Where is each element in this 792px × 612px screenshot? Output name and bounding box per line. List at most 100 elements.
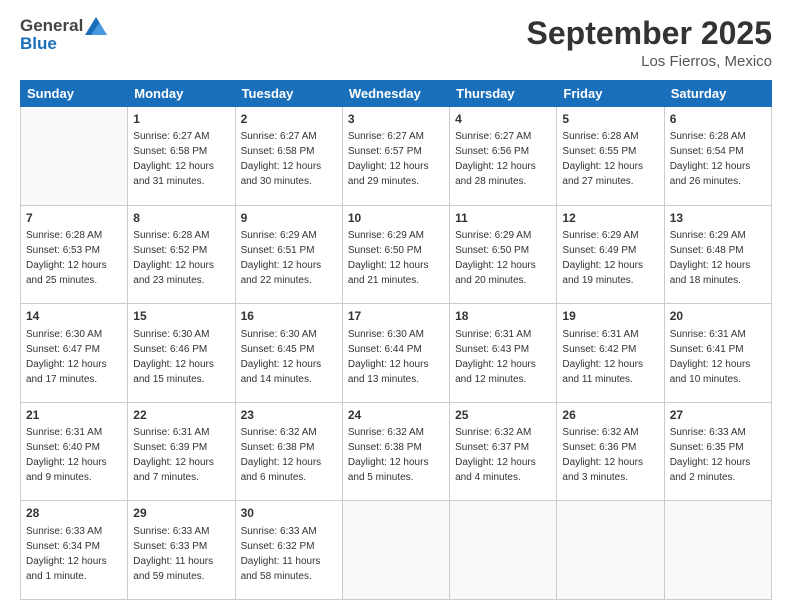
calendar-header-row: Sunday Monday Tuesday Wednesday Thursday…: [21, 81, 772, 107]
day-info: Sunrise: 6:28 AM Sunset: 6:52 PM Dayligh…: [133, 230, 214, 286]
day-number: 18: [455, 308, 551, 324]
calendar-cell: 11 Sunrise: 6:29 AM Sunset: 6:50 PM Dayli…: [450, 205, 557, 304]
day-info: Sunrise: 6:27 AM Sunset: 6:57 PM Dayligh…: [348, 131, 429, 187]
calendar-cell: 14Sunrise: 6:30 AM Sunset: 6:47 PM Dayli…: [21, 304, 128, 403]
day-info: Sunrise: 6:29 AM Sunset: 6:49 PM Dayligh…: [562, 230, 643, 286]
day-number: 29: [133, 505, 229, 521]
day-info: Sunrise: 6:31 AM Sunset: 6:42 PM Dayligh…: [562, 329, 643, 385]
day-info: Sunrise: 6:31 AM Sunset: 6:41 PM Dayligh…: [670, 329, 751, 385]
day-info: Sunrise: 6:31 AM Sunset: 6:43 PM Dayligh…: [455, 329, 536, 385]
calendar-cell: 28Sunrise: 6:33 AM Sunset: 6:34 PM Dayli…: [21, 501, 128, 600]
page: General Blue September 2025 Los Fierros,…: [0, 0, 792, 612]
day-info: Sunrise: 6:29 AM Sunset: 6:48 PM Dayligh…: [670, 230, 751, 286]
title-section: September 2025 Los Fierros, Mexico: [527, 16, 772, 70]
calendar-row: 7 Sunrise: 6:28 AM Sunset: 6:53 PM Daylig…: [21, 205, 772, 304]
day-number: 17: [348, 308, 444, 324]
calendar-cell: 5 Sunrise: 6:28 AM Sunset: 6:55 PM Daylig…: [557, 107, 664, 206]
day-number: 13: [670, 210, 766, 226]
day-number: 26: [562, 407, 658, 423]
calendar-cell: [664, 501, 771, 600]
month-title: September 2025: [527, 16, 772, 51]
day-info: Sunrise: 6:30 AM Sunset: 6:47 PM Dayligh…: [26, 329, 107, 385]
calendar-cell: 10 Sunrise: 6:29 AM Sunset: 6:50 PM Dayli…: [342, 205, 449, 304]
logo-blue: Blue: [20, 34, 57, 54]
day-number: 2: [241, 111, 337, 127]
calendar-cell: 8Sunrise: 6:28 AM Sunset: 6:52 PM Daylig…: [128, 205, 235, 304]
calendar-cell: [21, 107, 128, 206]
day-info: Sunrise: 6:33 AM Sunset: 6:35 PM Dayligh…: [670, 427, 751, 483]
day-number: 9: [241, 210, 337, 226]
day-info: Sunrise: 6:30 AM Sunset: 6:44 PM Dayligh…: [348, 329, 429, 385]
header: General Blue September 2025 Los Fierros,…: [20, 16, 772, 70]
day-info: Sunrise: 6:28 AM Sunset: 6:53 PM Dayligh…: [26, 230, 107, 286]
calendar-cell: 24 Sunrise: 6:32 AM Sunset: 6:38 PM Dayli…: [342, 402, 449, 501]
day-info: Sunrise: 6:29 AM Sunset: 6:51 PM Dayligh…: [241, 230, 322, 286]
calendar-cell: 26Sunrise: 6:32 AM Sunset: 6:36 PM Dayli…: [557, 402, 664, 501]
day-number: 30: [241, 505, 337, 521]
calendar-cell: 1 Sunrise: 6:27 AM Sunset: 6:58 PM Daylig…: [128, 107, 235, 206]
calendar-cell: 16 Sunrise: 6:30 AM Sunset: 6:45 PM Dayli…: [235, 304, 342, 403]
calendar-cell: 18 Sunrise: 6:31 AM Sunset: 6:43 PM Dayli…: [450, 304, 557, 403]
day-info: Sunrise: 6:31 AM Sunset: 6:39 PM Dayligh…: [133, 427, 214, 483]
day-number: 1: [133, 111, 229, 127]
calendar-cell: 2Sunrise: 6:27 AM Sunset: 6:58 PM Daylig…: [235, 107, 342, 206]
calendar-cell: [450, 501, 557, 600]
calendar-cell: 20 Sunrise: 6:31 AM Sunset: 6:41 PM Dayli…: [664, 304, 771, 403]
calendar-cell: 13 Sunrise: 6:29 AM Sunset: 6:48 PM Dayli…: [664, 205, 771, 304]
day-number: 24: [348, 407, 444, 423]
header-monday: Monday: [128, 81, 235, 107]
calendar-cell: 9 Sunrise: 6:29 AM Sunset: 6:51 PM Daylig…: [235, 205, 342, 304]
day-number: 11: [455, 210, 551, 226]
calendar-cell: 25 Sunrise: 6:32 AM Sunset: 6:37 PM Dayli…: [450, 402, 557, 501]
header-thursday: Thursday: [450, 81, 557, 107]
day-number: 12: [562, 210, 658, 226]
calendar-row: 21 Sunrise: 6:31 AM Sunset: 6:40 PM Dayli…: [21, 402, 772, 501]
calendar-cell: 29 Sunrise: 6:33 AM Sunset: 6:33 PM Dayli…: [128, 501, 235, 600]
day-number: 25: [455, 407, 551, 423]
calendar-cell: 23 Sunrise: 6:32 AM Sunset: 6:38 PM Dayli…: [235, 402, 342, 501]
day-info: Sunrise: 6:31 AM Sunset: 6:40 PM Dayligh…: [26, 427, 107, 483]
calendar-cell: 30 Sunrise: 6:33 AM Sunset: 6:32 PM Dayli…: [235, 501, 342, 600]
logo-general: General: [20, 16, 83, 36]
day-info: Sunrise: 6:33 AM Sunset: 6:33 PM Dayligh…: [133, 526, 213, 582]
day-number: 5: [562, 111, 658, 127]
calendar-cell: 12 Sunrise: 6:29 AM Sunset: 6:49 PM Dayli…: [557, 205, 664, 304]
header-friday: Friday: [557, 81, 664, 107]
day-info: Sunrise: 6:32 AM Sunset: 6:37 PM Dayligh…: [455, 427, 536, 483]
day-info: Sunrise: 6:33 AM Sunset: 6:32 PM Dayligh…: [241, 526, 321, 582]
calendar-row: 28Sunrise: 6:33 AM Sunset: 6:34 PM Dayli…: [21, 501, 772, 600]
day-number: 10: [348, 210, 444, 226]
day-info: Sunrise: 6:29 AM Sunset: 6:50 PM Dayligh…: [455, 230, 536, 286]
day-number: 4: [455, 111, 551, 127]
day-number: 6: [670, 111, 766, 127]
day-info: Sunrise: 6:27 AM Sunset: 6:56 PM Dayligh…: [455, 131, 536, 187]
day-number: 19: [562, 308, 658, 324]
calendar-cell: 27Sunrise: 6:33 AM Sunset: 6:35 PM Dayli…: [664, 402, 771, 501]
calendar-cell: 6 Sunrise: 6:28 AM Sunset: 6:54 PM Daylig…: [664, 107, 771, 206]
calendar-cell: 3 Sunrise: 6:27 AM Sunset: 6:57 PM Daylig…: [342, 107, 449, 206]
day-info: Sunrise: 6:27 AM Sunset: 6:58 PM Dayligh…: [133, 131, 214, 187]
day-number: 20: [670, 308, 766, 324]
calendar-cell: [342, 501, 449, 600]
calendar-cell: 15 Sunrise: 6:30 AM Sunset: 6:46 PM Dayli…: [128, 304, 235, 403]
day-info: Sunrise: 6:28 AM Sunset: 6:55 PM Dayligh…: [562, 131, 643, 187]
day-number: 21: [26, 407, 122, 423]
day-info: Sunrise: 6:30 AM Sunset: 6:46 PM Dayligh…: [133, 329, 214, 385]
location: Los Fierros, Mexico: [527, 53, 772, 70]
header-wednesday: Wednesday: [342, 81, 449, 107]
day-info: Sunrise: 6:28 AM Sunset: 6:54 PM Dayligh…: [670, 131, 751, 187]
day-number: 7: [26, 210, 122, 226]
day-info: Sunrise: 6:30 AM Sunset: 6:45 PM Dayligh…: [241, 329, 322, 385]
header-saturday: Saturday: [664, 81, 771, 107]
calendar-cell: 22Sunrise: 6:31 AM Sunset: 6:39 PM Dayli…: [128, 402, 235, 501]
logo-icon: [85, 17, 107, 35]
day-number: 23: [241, 407, 337, 423]
day-info: Sunrise: 6:32 AM Sunset: 6:38 PM Dayligh…: [241, 427, 322, 483]
day-info: Sunrise: 6:29 AM Sunset: 6:50 PM Dayligh…: [348, 230, 429, 286]
day-info: Sunrise: 6:32 AM Sunset: 6:38 PM Dayligh…: [348, 427, 429, 483]
day-number: 15: [133, 308, 229, 324]
day-number: 3: [348, 111, 444, 127]
calendar-cell: 7 Sunrise: 6:28 AM Sunset: 6:53 PM Daylig…: [21, 205, 128, 304]
day-number: 16: [241, 308, 337, 324]
day-number: 28: [26, 505, 122, 521]
